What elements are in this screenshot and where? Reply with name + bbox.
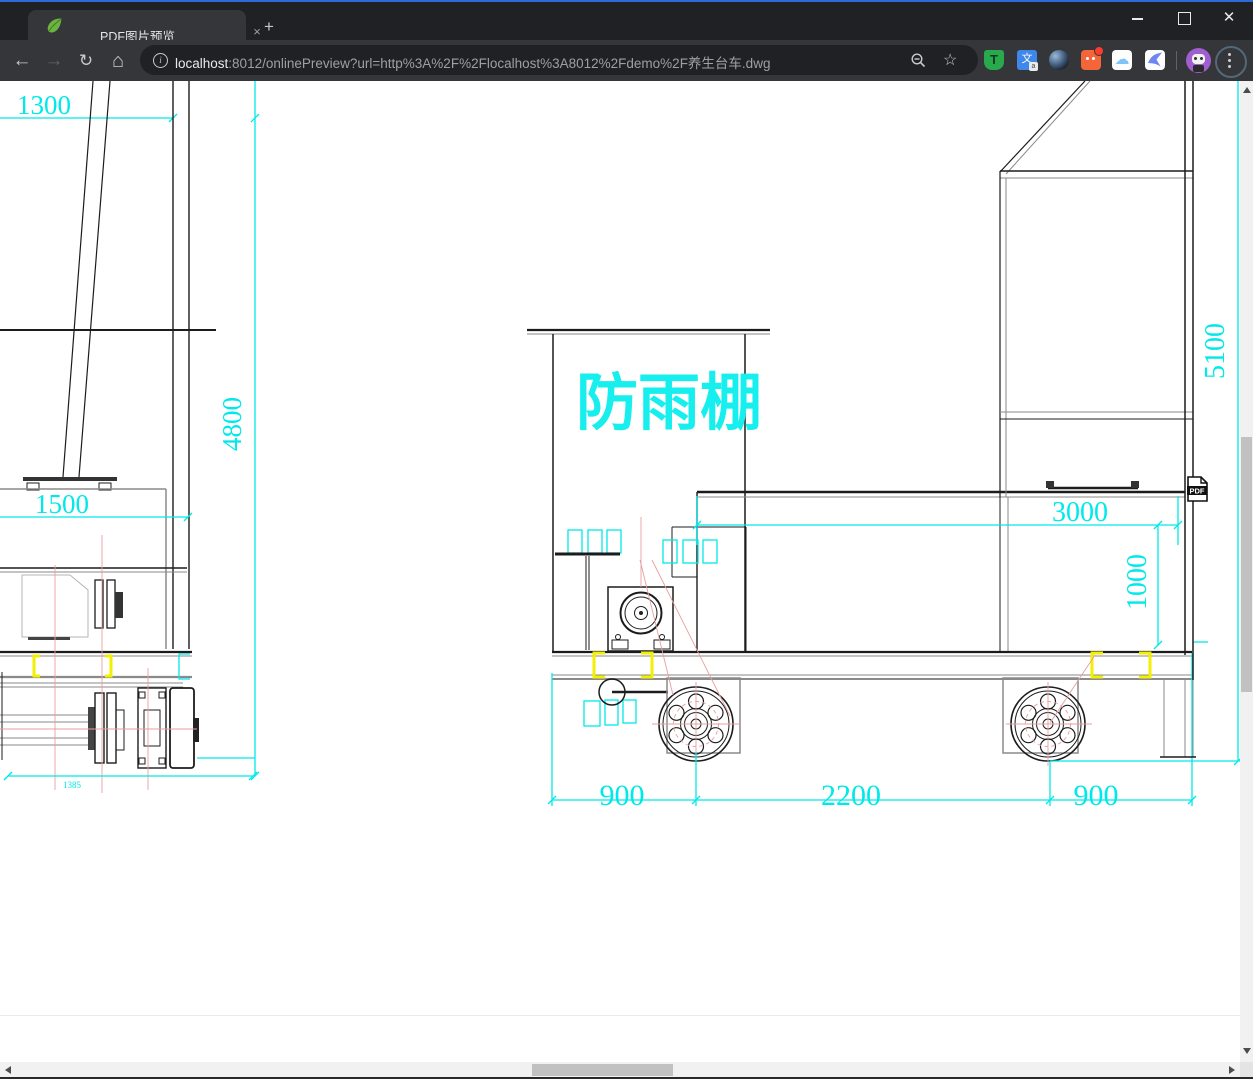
bird-extension-icon[interactable] bbox=[1145, 50, 1165, 70]
bookmark-star-icon[interactable]: ☆ bbox=[943, 50, 957, 70]
url-text[interactable]: localhost:8012/onlinePreview?url=http%3A… bbox=[175, 52, 770, 72]
vertical-scrollbar-thumb[interactable] bbox=[1241, 437, 1252, 692]
browser-tab[interactable]: PDF图片预览 × bbox=[28, 10, 261, 44]
extensions-separator bbox=[1176, 51, 1177, 70]
tampermonkey-extension-icon[interactable]: T bbox=[984, 50, 1004, 70]
orb-extension-icon[interactable] bbox=[1049, 50, 1069, 70]
shelter-label: 防雨棚 bbox=[576, 369, 762, 438]
horizontal-scrollbar-thumb[interactable] bbox=[532, 1064, 673, 1076]
three-dots-menu-button[interactable] bbox=[1228, 53, 1231, 68]
forward-button[interactable]: → bbox=[42, 49, 66, 73]
dim-label-900-right: 900 bbox=[1074, 779, 1119, 812]
cad-drawing: 1300 4800 1500 1385 防雨棚 3000 1000 900 22… bbox=[0, 81, 1240, 812]
home-button[interactable]: ⌂ bbox=[106, 49, 130, 73]
address-bar[interactable]: i localhost:8012/onlinePreview?url=http%… bbox=[140, 45, 978, 75]
url-host: localhost bbox=[175, 56, 229, 71]
notification-badge bbox=[1094, 46, 1104, 56]
dim-label-1000: 1000 bbox=[1122, 554, 1153, 610]
translate-extension-icon[interactable]: 文a bbox=[1017, 50, 1038, 71]
dim-label-2200: 2200 bbox=[821, 779, 881, 812]
dim-label-900-left: 900 bbox=[600, 779, 645, 812]
url-path: :8012/onlinePreview?url=http%3A%2F%2Floc… bbox=[228, 56, 771, 71]
minimize-button[interactable] bbox=[1122, 6, 1152, 30]
scrollbar-corner bbox=[1240, 1062, 1253, 1077]
dim-label-1300: 1300 bbox=[17, 90, 71, 120]
bird-glyph bbox=[1148, 52, 1162, 67]
robot-extension-icon[interactable] bbox=[1081, 46, 1104, 70]
site-info-icon[interactable]: i bbox=[153, 53, 168, 68]
browser-toolbar: ← → ↻ ⌂ i localhost:8012/onlinePreview?u… bbox=[0, 40, 1253, 81]
profile-avatar[interactable] bbox=[1186, 48, 1211, 73]
dim-label-1500: 1500 bbox=[35, 489, 89, 519]
scroll-up-arrow-icon[interactable] bbox=[1243, 87, 1251, 93]
reload-button[interactable]: ↻ bbox=[74, 49, 98, 73]
pdf-file-icon[interactable]: PDF bbox=[1186, 476, 1208, 502]
spring-leaf-icon bbox=[47, 18, 62, 33]
new-tab-button[interactable]: + bbox=[258, 16, 280, 38]
scroll-down-arrow-icon[interactable] bbox=[1243, 1048, 1251, 1054]
back-button[interactable]: ← bbox=[10, 49, 34, 73]
tab-strip: PDF图片预览 × + ✕ bbox=[0, 2, 1253, 44]
dim-label-5100: 5100 bbox=[1200, 323, 1231, 379]
cloud-extension-icon[interactable]: ☁ bbox=[1112, 50, 1132, 70]
scroll-left-arrow-icon[interactable] bbox=[5, 1066, 11, 1074]
zoom-indicator-icon[interactable] bbox=[910, 52, 927, 69]
maximize-button[interactable] bbox=[1169, 6, 1199, 30]
cyan-detail-rects bbox=[567, 529, 718, 727]
dim-label-3000: 3000 bbox=[1052, 497, 1108, 528]
pdf-badge-text: PDF bbox=[1190, 487, 1205, 496]
close-button[interactable]: ✕ bbox=[1214, 6, 1244, 30]
dim-label-1385: 1385 bbox=[63, 780, 82, 790]
page-bottom-divider bbox=[0, 1015, 1240, 1016]
dim-label-4800: 4800 bbox=[217, 397, 247, 451]
scroll-right-arrow-icon[interactable] bbox=[1229, 1066, 1235, 1074]
menu-update-ring bbox=[1215, 46, 1247, 78]
translate-corner-glyph: a bbox=[1029, 62, 1038, 71]
